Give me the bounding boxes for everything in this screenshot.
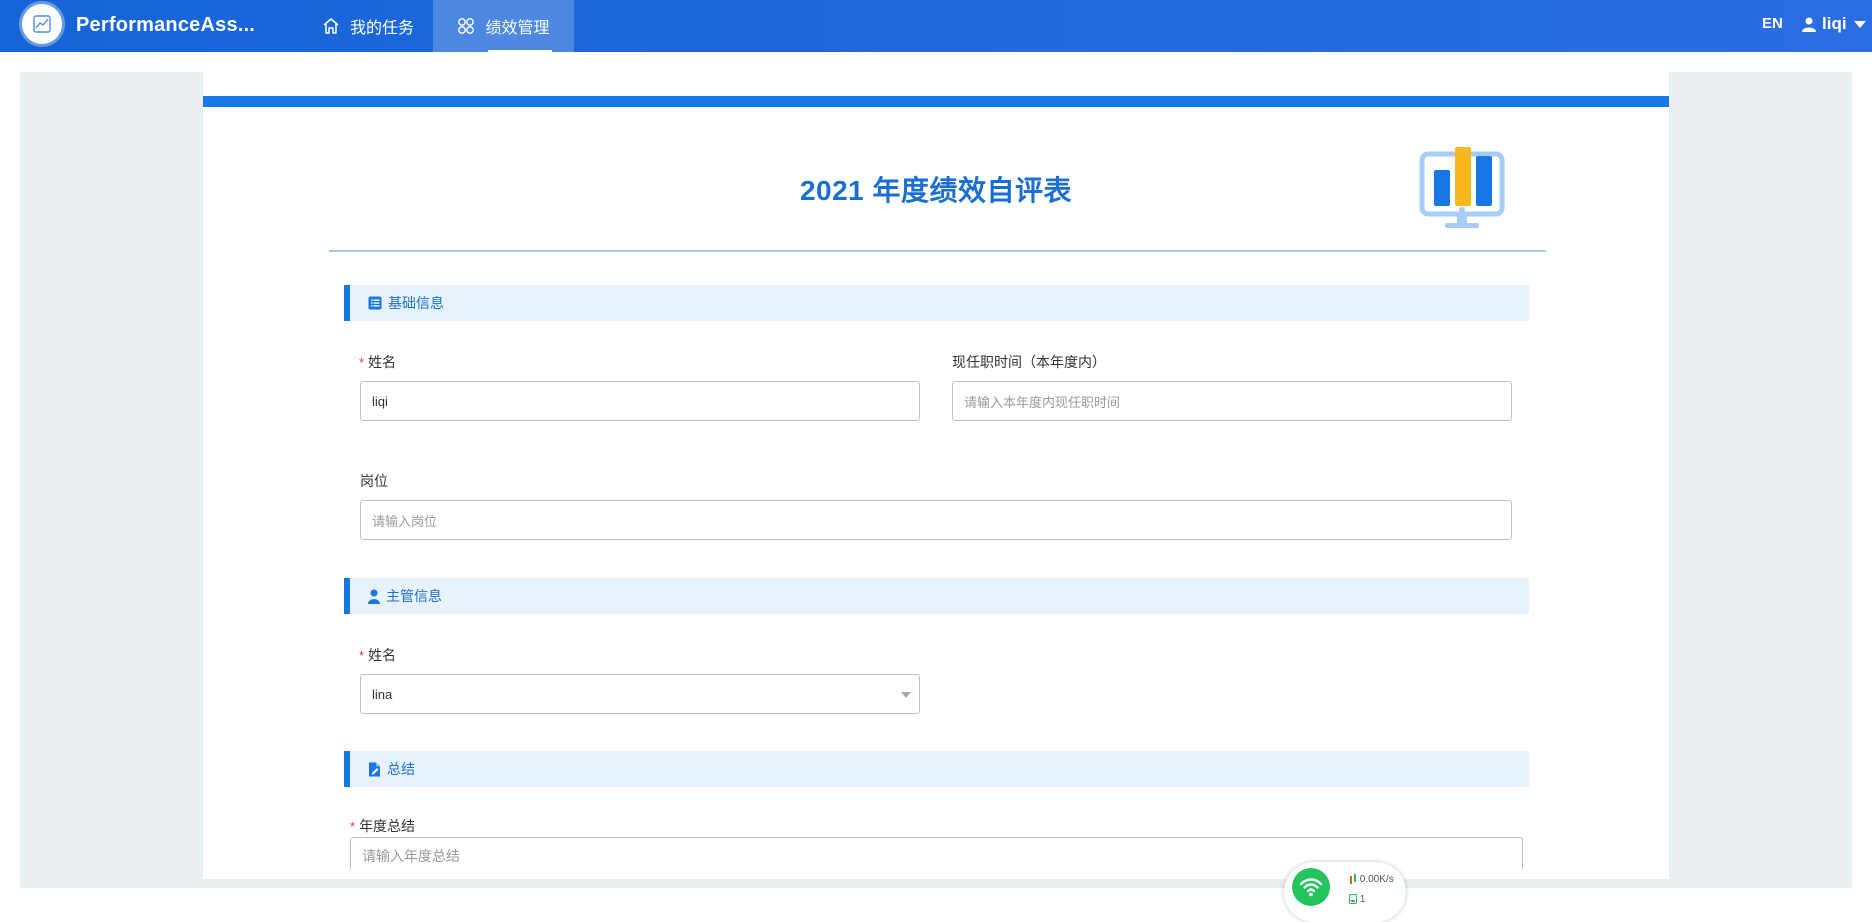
employee-name-label-text: 姓名 bbox=[368, 354, 397, 370]
app-title[interactable]: PerformanceAss... bbox=[76, 14, 255, 37]
nav-my-tasks[interactable]: 我的任务 bbox=[312, 0, 424, 52]
employee-name-field[interactable]: liqi bbox=[360, 381, 920, 421]
required-mark: * bbox=[359, 355, 365, 370]
section-summary-title: 总结 bbox=[387, 761, 415, 777]
device-icon bbox=[1349, 894, 1357, 905]
position-label: 岗位 bbox=[360, 473, 388, 489]
wifi-icon bbox=[1292, 868, 1330, 906]
user-icon bbox=[1802, 17, 1816, 32]
section-supervisor-info-title: 主管信息 bbox=[386, 588, 442, 604]
section-basic-info-title: 基础信息 bbox=[388, 295, 444, 311]
network-speed-readout: 0.00K/s bbox=[1349, 874, 1394, 885]
required-mark: * bbox=[359, 648, 365, 663]
tenure-placeholder: 请输入本年度内现任职时间 bbox=[964, 394, 1121, 410]
language-toggle[interactable]: EN bbox=[1762, 15, 1783, 32]
employee-name-label: * 姓名 bbox=[359, 352, 396, 372]
title-divider bbox=[329, 250, 1546, 252]
document-edit-icon bbox=[369, 762, 380, 776]
employee-name-value: liqi bbox=[372, 393, 388, 409]
top-navbar: PerformanceAss... 我的任务 绩效管理 EN liqi bbox=[0, 0, 1872, 52]
form-top-accent bbox=[203, 96, 1669, 107]
transfer-arrows-icon bbox=[1350, 874, 1356, 885]
annual-summary-placeholder: 请输入年度总结 bbox=[362, 848, 460, 864]
position-placeholder: 请输入岗位 bbox=[372, 513, 438, 529]
nav-performance-management-label: 绩效管理 bbox=[485, 20, 550, 37]
user-menu[interactable]: liqi bbox=[1802, 14, 1866, 34]
position-input[interactable]: 请输入岗位 bbox=[360, 500, 1512, 540]
network-speed-value: 0.00K/s bbox=[1359, 874, 1394, 885]
supervisor-name-label-text: 姓名 bbox=[368, 647, 397, 663]
dropdown-arrow-icon bbox=[901, 692, 911, 698]
network-speed-widget[interactable]: 0.00K/s 1 bbox=[1284, 862, 1406, 922]
user-name: liqi bbox=[1822, 14, 1847, 33]
section-supervisor-info: 主管信息 bbox=[344, 578, 1529, 614]
appraisal-form: 2021 年度绩效自评表 基础信息 * 姓名 liqi 现任职时间（本年度内） 请… bbox=[203, 72, 1669, 879]
nav-my-tasks-label: 我的任务 bbox=[350, 20, 415, 37]
connection-count: 1 bbox=[1349, 894, 1365, 905]
tenure-label: 现任职时间（本年度内） bbox=[952, 354, 1106, 370]
required-mark: * bbox=[350, 819, 356, 834]
chevron-down-icon bbox=[1853, 20, 1866, 28]
connection-count-value: 1 bbox=[1359, 894, 1366, 905]
app-logo-icon[interactable] bbox=[22, 4, 62, 44]
home-icon bbox=[323, 18, 339, 34]
supervisor-selected-value: lina bbox=[372, 686, 393, 702]
list-icon bbox=[368, 296, 382, 310]
tenure-input[interactable]: 请输入本年度内现任职时间 bbox=[952, 381, 1512, 421]
annual-summary-label: * 年度总结 bbox=[350, 816, 415, 836]
nav-performance-management[interactable]: 绩效管理 bbox=[433, 0, 574, 52]
section-summary: 总结 bbox=[344, 751, 1529, 787]
user-icon bbox=[368, 589, 380, 604]
section-basic-info: 基础信息 bbox=[344, 285, 1529, 321]
apps-grid-icon bbox=[458, 18, 475, 34]
supervisor-select[interactable]: lina bbox=[360, 674, 920, 714]
chart-monitor-icon bbox=[1419, 144, 1509, 239]
supervisor-name-label: * 姓名 bbox=[359, 645, 396, 665]
active-tab-indicator bbox=[488, 50, 552, 52]
annual-summary-label-text: 年度总结 bbox=[359, 818, 416, 834]
